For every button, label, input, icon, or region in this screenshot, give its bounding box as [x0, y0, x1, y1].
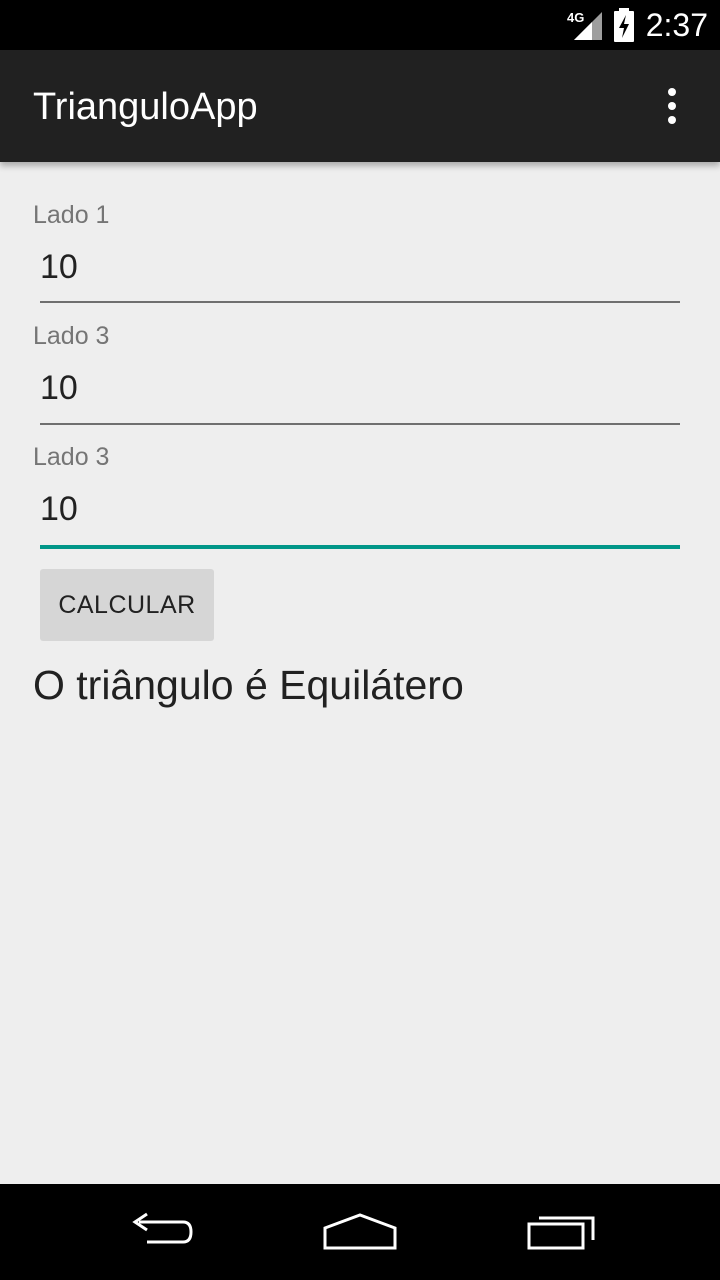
lado-1-input[interactable] [40, 241, 680, 293]
lado-1-underline [40, 301, 680, 303]
more-vert-icon [668, 88, 676, 96]
navigation-bar [0, 1184, 720, 1280]
lado-1-label: Lado 1 [33, 201, 110, 229]
lado-2-label: Lado 3 [33, 322, 110, 350]
more-vert-icon [668, 116, 676, 124]
signal-4g-icon: 4G [567, 10, 602, 40]
recents-icon [527, 1216, 595, 1250]
lado-3-label: Lado 3 [33, 443, 110, 471]
home-button[interactable] [312, 1202, 408, 1262]
calcular-button[interactable]: CALCULAR [40, 569, 214, 641]
action-bar: TrianguloApp [0, 50, 720, 162]
result-text: O triângulo é Equilátero [33, 662, 464, 708]
status-time: 2:37 [645, 7, 708, 43]
status-bar: 4G 2:37 [0, 0, 720, 50]
main-content: Lado 1 Lado 3 Lado 3 CALCULAR O triângul… [0, 162, 720, 1184]
recents-button[interactable] [514, 1202, 610, 1262]
back-icon [132, 1212, 193, 1244]
overflow-menu-button[interactable] [652, 76, 692, 136]
network-type-label: 4G [567, 10, 584, 25]
more-vert-icon [668, 102, 676, 110]
back-button[interactable] [112, 1202, 208, 1262]
lado-3-input[interactable] [40, 483, 680, 535]
battery-charging-icon [614, 8, 634, 42]
lado-2-underline [40, 423, 680, 425]
lado-3-underline [40, 545, 680, 549]
home-icon [323, 1213, 397, 1250]
lado-2-input[interactable] [40, 362, 680, 414]
app-title: TrianguloApp [33, 86, 258, 128]
